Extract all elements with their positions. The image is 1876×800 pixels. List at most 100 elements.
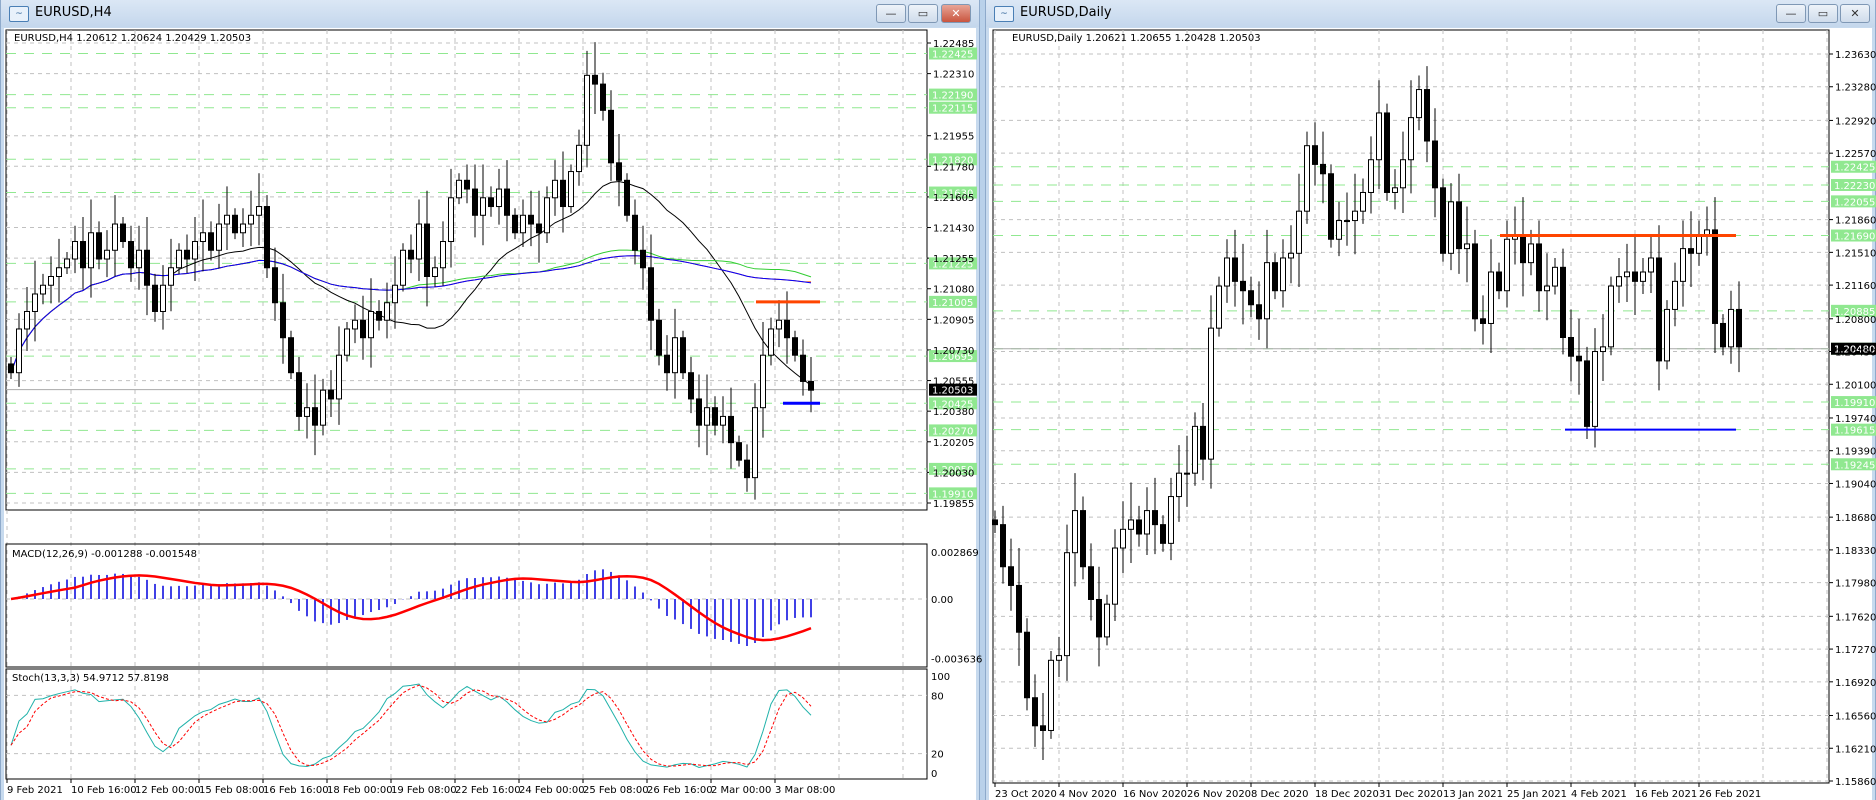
price-tick-label: 1.17620 bbox=[1835, 612, 1876, 623]
h4-candle bbox=[368, 310, 374, 339]
daily-candle bbox=[1688, 248, 1694, 254]
h4-candle bbox=[160, 284, 166, 312]
macd-tick-label: 0.00 bbox=[931, 595, 953, 606]
h4-candle bbox=[24, 310, 30, 330]
time-axis-label: 4 Feb 2021 bbox=[1571, 789, 1627, 800]
daily-candle bbox=[1624, 271, 1630, 278]
daily-candle bbox=[1408, 117, 1414, 161]
daily-candle bbox=[1112, 547, 1118, 605]
time-axis-label: 22 Feb 16:00 bbox=[455, 785, 521, 796]
daily-candle bbox=[1208, 327, 1214, 460]
daily-candle bbox=[1552, 266, 1558, 287]
daily-candle bbox=[1032, 697, 1038, 727]
daily-candle bbox=[1456, 201, 1462, 250]
h4-candle bbox=[640, 249, 646, 269]
h4-candle bbox=[232, 214, 238, 234]
price-tick-label: 1.22570 bbox=[1835, 149, 1876, 160]
daily-candle bbox=[1024, 631, 1030, 699]
level-price-label: 1.22425 bbox=[1834, 163, 1875, 174]
h4-candle bbox=[720, 415, 726, 426]
daily-candle bbox=[1080, 510, 1086, 568]
h4-candle bbox=[152, 284, 158, 312]
daily-candle bbox=[1216, 285, 1222, 329]
h4-candle bbox=[248, 214, 254, 225]
level-price-label: 1.22230 bbox=[1834, 181, 1875, 192]
time-axis-label: 31 Dec 2020 bbox=[1379, 789, 1443, 800]
daily-candle bbox=[1096, 598, 1102, 638]
h4-candle bbox=[456, 179, 462, 199]
daily-candle bbox=[1728, 308, 1734, 348]
daily-candle bbox=[1608, 285, 1614, 348]
level-price-label: 1.19615 bbox=[1834, 426, 1875, 437]
h4-candle bbox=[504, 188, 510, 216]
daily-candle bbox=[1008, 566, 1014, 586]
daily-candle bbox=[1168, 496, 1174, 544]
time-axis-label: 23 Oct 2020 bbox=[995, 789, 1057, 800]
price-tick-label: 1.21255 bbox=[933, 254, 974, 265]
h4-candle bbox=[168, 267, 174, 286]
charts-canvas: 26 Feb 202116 Feb 2021 4 Feb 2021 25 Jan 2… bbox=[5, 29, 1876, 800]
price-tick-label: 1.20100 bbox=[1835, 380, 1876, 391]
h4-candle bbox=[192, 241, 198, 260]
stoch-signal-line bbox=[10, 684, 812, 767]
daily-candle bbox=[1536, 243, 1542, 292]
h4-candle bbox=[56, 267, 62, 277]
time-axis-label: 26 Feb 16:00 bbox=[647, 785, 713, 796]
daily-candle bbox=[1320, 163, 1326, 175]
price-tick-label: 1.19740 bbox=[1835, 414, 1876, 425]
price-tick-label: 1.22485 bbox=[933, 39, 974, 50]
time-axis-label: 2 Mar 00:00 bbox=[711, 785, 771, 796]
h4-candle bbox=[464, 179, 470, 190]
price-tick-label: 1.20730 bbox=[933, 346, 974, 357]
price-tick-label: 1.16560 bbox=[1835, 712, 1876, 723]
daily-candle bbox=[1528, 243, 1534, 264]
h4-candle bbox=[264, 206, 270, 269]
h4-candle bbox=[128, 241, 134, 269]
h4-candle bbox=[792, 337, 798, 356]
daily-candle bbox=[1128, 519, 1134, 530]
price-tick-label: 1.16210 bbox=[1835, 744, 1876, 755]
daily-candle bbox=[1704, 229, 1710, 236]
price-tick-label: 1.20905 bbox=[933, 315, 974, 326]
stoch-main-line bbox=[10, 683, 812, 769]
daily-candle bbox=[1680, 248, 1686, 282]
h4-candle bbox=[136, 249, 142, 269]
h4-candle bbox=[552, 179, 558, 199]
h4-candle bbox=[768, 328, 774, 356]
price-tick-label: 1.21080 bbox=[933, 285, 974, 296]
price-tick-label: 1.22310 bbox=[933, 70, 974, 81]
h4-candle bbox=[144, 249, 150, 286]
daily-candle bbox=[1472, 243, 1478, 320]
price-tick-label: 1.21860 bbox=[1835, 216, 1876, 227]
daily-candle bbox=[1136, 519, 1142, 535]
time-axis-label: 24 Feb 00:00 bbox=[519, 785, 585, 796]
h4-candle bbox=[392, 284, 398, 304]
price-tick-label: 1.18680 bbox=[1835, 513, 1876, 524]
daily-candle bbox=[1616, 276, 1622, 287]
h4-candle bbox=[560, 179, 566, 208]
price-tick-label: 1.20555 bbox=[933, 377, 974, 388]
daily-candle bbox=[1336, 220, 1342, 240]
daily-candle bbox=[1360, 191, 1366, 212]
daily-candle bbox=[1432, 140, 1438, 189]
daily-candle bbox=[1312, 145, 1318, 165]
h4-candle bbox=[224, 214, 230, 225]
price-tick-label: 1.21780 bbox=[933, 162, 974, 173]
daily-candle bbox=[1504, 238, 1510, 292]
h4-candle bbox=[704, 407, 710, 426]
price-tick-label: 1.20030 bbox=[933, 468, 974, 479]
time-axis-label: 13 Jan 2021 bbox=[1443, 789, 1503, 800]
h4-candle bbox=[112, 223, 118, 251]
h4-candle bbox=[176, 249, 182, 269]
price-tick-label: 1.20800 bbox=[1835, 315, 1876, 326]
daily-candle bbox=[1568, 337, 1574, 357]
h4-candle bbox=[576, 144, 582, 173]
price-tick-label: 1.20205 bbox=[933, 438, 974, 449]
daily-candle bbox=[1696, 234, 1702, 254]
time-axis-label: 15 Feb 08:00 bbox=[199, 785, 265, 796]
h4-candle bbox=[800, 354, 806, 382]
daily-candle bbox=[1392, 187, 1398, 193]
daily-candle bbox=[1648, 257, 1654, 273]
h4-candle bbox=[64, 258, 70, 269]
h4-candle bbox=[240, 223, 246, 234]
